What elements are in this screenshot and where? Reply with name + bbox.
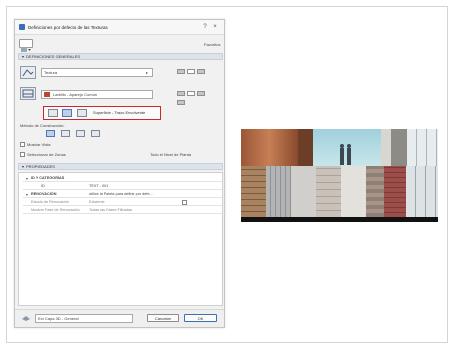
- app-icon: [19, 24, 25, 30]
- layer-stack-icon: [22, 316, 30, 321]
- row-label: Mostrar Fase de Renovación: [31, 208, 80, 212]
- construction-method-label: Método de Construcción:: [20, 123, 65, 128]
- field-arrow-icon: ▸: [146, 70, 149, 75]
- mode-label: Superficie - Trazo Envolvente: [93, 110, 146, 115]
- row-label: ID: [41, 184, 45, 188]
- cancel-button[interactable]: Cancelar: [147, 314, 179, 322]
- table-row[interactable]: ▾ ID Y CATEGORÍAS: [23, 175, 226, 182]
- dialog-footer: Ext Capa 3D - General Cancelar OK: [15, 309, 224, 327]
- layer-toggle-3[interactable]: [197, 69, 205, 74]
- render-stone-wall-3: [291, 166, 316, 217]
- show-view-label: Mostrar Vista: [27, 142, 51, 147]
- material-field-value: Ladrillo - Aparejo Común: [53, 92, 98, 97]
- row-value: TEXT - 001: [89, 184, 109, 188]
- texture-field[interactable]: Textura: [41, 68, 153, 77]
- layer-toggle-2[interactable]: [187, 69, 195, 74]
- row-label: RENOVACIÓN: [31, 192, 57, 196]
- material-glyph-icon: [22, 89, 34, 98]
- help-button[interactable]: ?: [200, 24, 210, 30]
- favorites-label[interactable]: Favoritos: [204, 42, 220, 47]
- row-value: utilice la Paleta para definir por defe.…: [89, 192, 153, 196]
- mode-polygon-icon[interactable]: [48, 109, 58, 117]
- geometry-mode-group: Superficie - Trazo Envolvente: [43, 106, 161, 120]
- section-properties-header[interactable]: ▾ PROPIEDADES: [18, 163, 223, 170]
- favorites-dropdown-button[interactable]: [19, 39, 33, 52]
- render-brick-wall: [384, 166, 406, 217]
- table-row[interactable]: Estado de Renovación Existente: [23, 199, 226, 206]
- texture-render-preview: [241, 129, 438, 222]
- construction-method-4-icon[interactable]: [91, 130, 100, 137]
- pen-toggle-1[interactable]: [177, 91, 185, 96]
- row-label: ID Y CATEGORÍAS: [31, 176, 65, 180]
- footer-layer-value: Ext Capa 3D - General: [38, 316, 79, 321]
- row-value: Todas las Fases Filtradas: [89, 208, 133, 212]
- render-tree-trunk: [298, 129, 313, 166]
- render-people-silhouette: [340, 144, 351, 165]
- renovation-checkbox[interactable]: [182, 200, 187, 205]
- render-wood-panel: [241, 129, 298, 166]
- ok-button[interactable]: OK: [184, 314, 217, 322]
- texture-field-value: Textura: [44, 70, 58, 75]
- close-button[interactable]: ×: [210, 24, 220, 30]
- texture-type-icon[interactable]: [20, 66, 36, 79]
- pen-toggle-4[interactable]: [177, 100, 185, 105]
- properties-table: ▾ ID Y CATEGORÍAS ID TEXT - 001 ▾ RENOVA…: [18, 172, 226, 306]
- render-stone-wall-2: [266, 166, 291, 217]
- folder-icon: [21, 47, 31, 52]
- dialog-titlebar: Definiciones por defecto de las Texturas…: [15, 20, 224, 35]
- mode-rotated-rectangle-icon[interactable]: [77, 109, 87, 117]
- table-row[interactable]: ID TEXT - 001: [23, 183, 226, 190]
- material-icon[interactable]: [20, 87, 36, 100]
- select-zones-label: Seleccionar de Zonas: [27, 152, 66, 157]
- row-value: Existente: [89, 200, 105, 204]
- zones-value[interactable]: Todo el Nivel de Planta: [150, 152, 191, 157]
- pen-toggle-2[interactable]: [187, 91, 195, 96]
- construction-method-2-icon[interactable]: [61, 130, 70, 137]
- collapse-triangle-icon: ▾: [22, 164, 25, 169]
- collapse-triangle-icon: ▾: [22, 54, 25, 59]
- render-stone-wall-4: [316, 166, 341, 217]
- material-swatch-icon: [44, 92, 50, 97]
- render-stone-wall-5: [341, 166, 366, 217]
- render-stone-wall-6: [366, 166, 384, 217]
- row-label: Estado de Renovación: [31, 200, 70, 204]
- construction-method-1-icon[interactable]: [46, 130, 55, 137]
- section-properties-label: PROPIEDADES: [26, 164, 55, 169]
- render-glass-panel: [407, 129, 438, 166]
- mode-rectangle-icon[interactable]: [62, 109, 72, 117]
- dialog-title: Definiciones por defecto de las Texturas: [28, 24, 108, 30]
- table-row[interactable]: Mostrar Fase de Renovación Todas las Fas…: [23, 207, 226, 214]
- section-general-label: DEFINICIONES GENERALES: [26, 54, 81, 59]
- render-ground: [241, 217, 438, 222]
- layer-toggle-1[interactable]: [177, 69, 185, 74]
- material-field[interactable]: Ladrillo - Aparejo Común: [41, 90, 153, 99]
- texture-default-settings-dialog: Definiciones por defecto de las Texturas…: [14, 19, 226, 328]
- row-marker: ▾: [26, 192, 28, 197]
- render-pale-panel: [381, 129, 391, 166]
- footer-layer-select[interactable]: Ext Capa 3D - General: [35, 314, 133, 323]
- texture-type-glyph-icon: [22, 69, 34, 77]
- render-glass-wall: [406, 166, 438, 217]
- render-stone-wall-1: [241, 166, 266, 217]
- select-zones-checkbox[interactable]: [20, 152, 25, 157]
- construction-method-3-icon[interactable]: [76, 130, 85, 137]
- render-grey-panel: [391, 129, 407, 166]
- table-row[interactable]: ▾ RENOVACIÓN utilice la Paleta para defi…: [23, 191, 226, 198]
- pen-toggle-3[interactable]: [197, 91, 205, 96]
- section-general-header[interactable]: ▾ DEFINICIONES GENERALES: [18, 53, 223, 60]
- row-marker: ▾: [26, 176, 28, 181]
- show-view-checkbox[interactable]: [20, 142, 25, 147]
